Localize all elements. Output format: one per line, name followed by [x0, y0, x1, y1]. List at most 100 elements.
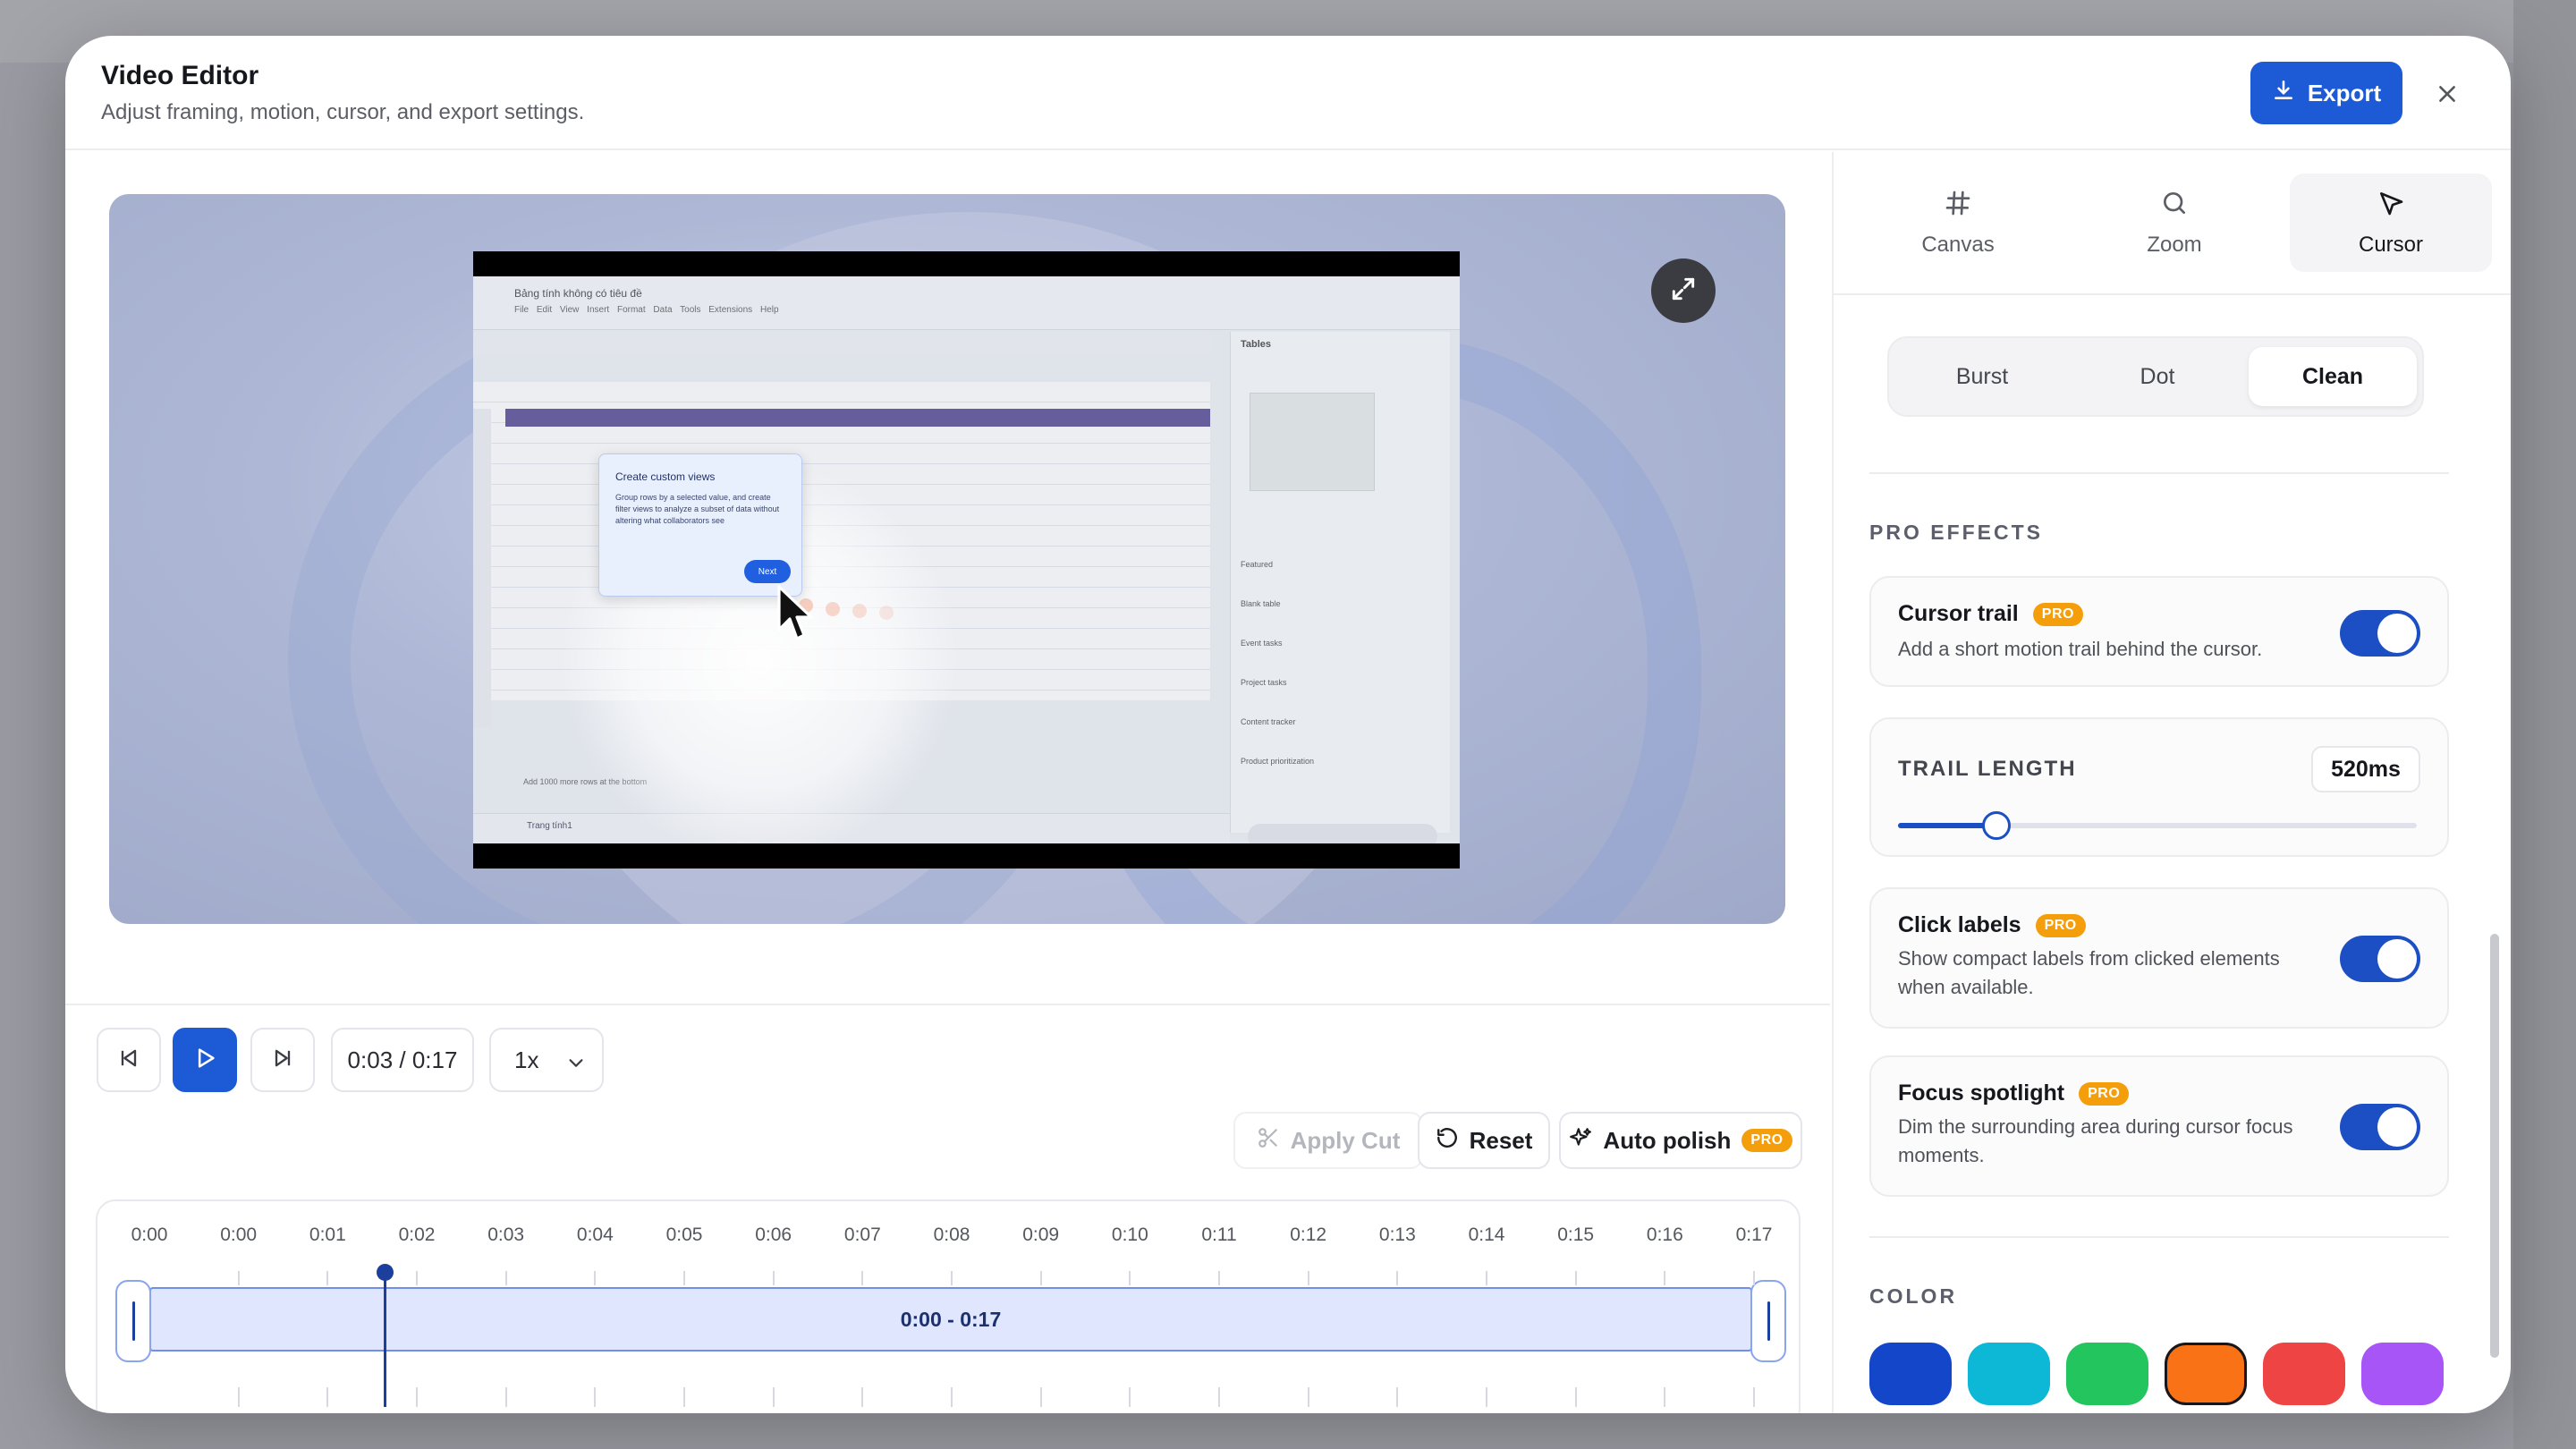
mouse-cursor-icon [777, 585, 817, 648]
focus-spotlight-toggle[interactable] [2340, 1104, 2420, 1150]
timeline-tick-mark [951, 1387, 953, 1407]
fullscreen-button[interactable] [1651, 258, 1716, 323]
cursor-trail-label: Cursor trail [1898, 601, 2019, 626]
timeline-tick-mark [861, 1387, 864, 1407]
color-swatch[interactable] [2165, 1343, 2247, 1405]
timeline-tick-mark [683, 1387, 685, 1407]
color-swatch[interactable] [2263, 1343, 2345, 1405]
timeline-tick-mark [1218, 1387, 1220, 1407]
color-swatch[interactable] [2066, 1343, 2148, 1405]
timeline-tick-mark [1753, 1271, 1755, 1285]
skip-start-button[interactable] [97, 1028, 161, 1092]
export-button[interactable]: Export [2250, 62, 2402, 124]
timeline-tick-label: 0:15 [1557, 1224, 1595, 1245]
focus-spotlight-label: Focus spotlight [1898, 1080, 2065, 1106]
video-editor-dialog: Video Editor Adjust framing, motion, cur… [65, 36, 2511, 1413]
playhead[interactable] [384, 1266, 386, 1407]
timeline-tick-mark [1396, 1387, 1399, 1407]
focus-spotlight-description: Dim the surrounding area during cursor f… [1898, 1115, 2293, 1166]
timeline-tick-mark [237, 1387, 240, 1407]
trim-start-handle[interactable] [115, 1280, 151, 1362]
click-labels-card: Click labels PRO Show compact labels fro… [1869, 887, 2449, 1029]
style-option-dot[interactable]: Dot [2073, 347, 2241, 406]
cursor-style-selector: Burst Dot Clean [1887, 336, 2424, 417]
tab-zoom[interactable]: Zoom [2073, 174, 2275, 272]
timeline-tick-label: 0:10 [1111, 1224, 1148, 1245]
timeline-tick-label: 0:05 [665, 1224, 703, 1245]
cursor-trail-dot [852, 604, 867, 618]
tab-canvas[interactable]: Canvas [1857, 174, 2059, 272]
slider-thumb[interactable] [1982, 811, 2012, 840]
timeline-tick-label: 0:04 [576, 1224, 614, 1245]
timeline-tick-mark [1664, 1387, 1666, 1407]
trail-length-card: TRAIL LENGTH 520ms [1869, 717, 2449, 857]
tab-cursor[interactable]: Cursor [2290, 174, 2492, 272]
cursor-trail-description: Add a short motion trail behind the curs… [1898, 638, 2263, 660]
click-labels-toggle[interactable] [2340, 936, 2420, 982]
tab-label: Canvas [1921, 232, 1995, 257]
timeline-tick-label: 0:03 [487, 1224, 525, 1245]
panel-scrollbar[interactable] [2490, 934, 2499, 1358]
timeline-tick-mark [416, 1271, 418, 1285]
auto-polish-label: Auto polish [1603, 1126, 1732, 1154]
divider [1869, 472, 2449, 474]
timeline-tick-mark [1129, 1271, 1131, 1285]
tab-label: Zoom [2147, 232, 2202, 257]
playhead-knob[interactable] [377, 1264, 394, 1281]
timeline-tick-mark [594, 1271, 597, 1285]
timeline-tick-mark [326, 1387, 329, 1407]
trail-length-slider[interactable] [1898, 811, 2417, 840]
color-heading: COLOR [1869, 1284, 1958, 1308]
popup-next-button: Next [744, 560, 791, 583]
dialog-title: Video Editor [101, 61, 259, 90]
timeline-tick-label: 0:07 [843, 1224, 881, 1245]
timeline-tick-mark [1039, 1271, 1042, 1285]
click-labels-description: Show compact labels from clicked element… [1898, 947, 2280, 998]
color-swatch[interactable] [1968, 1343, 2050, 1405]
tooltip-popup: Create custom views Group rows by a sele… [598, 453, 802, 597]
popup-title: Create custom views [615, 470, 716, 483]
skip-forward-icon [270, 1046, 295, 1075]
reset-button[interactable]: Reset [1418, 1112, 1550, 1169]
timeline-tick-label: 0:13 [1378, 1224, 1416, 1245]
dialog-subtitle: Adjust framing, motion, cursor, and expo… [101, 100, 585, 124]
dialog-header: Video Editor Adjust framing, motion, cur… [65, 36, 2511, 150]
apply-cut-label: Apply Cut [1290, 1126, 1401, 1154]
playback-speed-select[interactable]: 1x [489, 1028, 604, 1092]
timeline-tick-mark [1129, 1387, 1131, 1407]
close-icon[interactable] [2427, 73, 2468, 114]
timeline-tick-mark [594, 1387, 597, 1407]
trim-range[interactable]: 0:00 - 0:17 [149, 1287, 1752, 1352]
timeline-tick-mark [1486, 1387, 1487, 1407]
style-option-clean[interactable]: Clean [2249, 347, 2417, 406]
settings-panel: Canvas Zoom Cursor Burst Dot Clean PRO E… [1832, 152, 2511, 1413]
auto-polish-button[interactable]: Auto polish PRO [1559, 1112, 1802, 1169]
timeline-tick-mark [416, 1387, 418, 1407]
color-swatch[interactable] [1869, 1343, 1952, 1405]
trim-end-handle[interactable] [1750, 1280, 1786, 1362]
timeline-tick-label: 0:16 [1646, 1224, 1683, 1245]
apply-cut-button[interactable]: Apply Cut [1233, 1112, 1423, 1169]
style-option-burst[interactable]: Burst [1898, 347, 2066, 406]
skip-end-button[interactable] [250, 1028, 315, 1092]
play-button[interactable] [173, 1028, 237, 1092]
recorded-screen: Bảng tính không có tiêu đề File Edit Vie… [473, 276, 1460, 843]
timeline[interactable]: 0:00 - 0:17 0:00 0:00 0:01 0:02 0:03 0:04 0:05… [96, 1199, 1801, 1413]
click-labels-label: Click labels [1898, 912, 2021, 937]
cursor-trail-title: Cursor trail PRO [1898, 601, 2083, 627]
focus-spotlight-card: Focus spotlight PRO Dim the surrounding … [1869, 1055, 2449, 1197]
play-icon [192, 1046, 217, 1075]
timeline-tick-label: 0:11 [1201, 1224, 1237, 1245]
timeline-tick-mark [861, 1271, 864, 1285]
timeline-tick-label: 0:14 [1468, 1224, 1505, 1245]
export-label: Export [2307, 79, 2382, 106]
skip-back-icon [116, 1046, 141, 1075]
timeline-tick-label: 0:00 [220, 1224, 258, 1245]
trail-length-value[interactable]: 520ms [2311, 746, 2420, 792]
color-swatch[interactable] [2361, 1343, 2444, 1405]
reset-label: Reset [1469, 1126, 1533, 1154]
scissors-icon [1257, 1126, 1280, 1156]
pointer-icon [2377, 189, 2405, 224]
cursor-trail-toggle[interactable] [2340, 610, 2420, 657]
tab-label: Cursor [2358, 232, 2423, 257]
